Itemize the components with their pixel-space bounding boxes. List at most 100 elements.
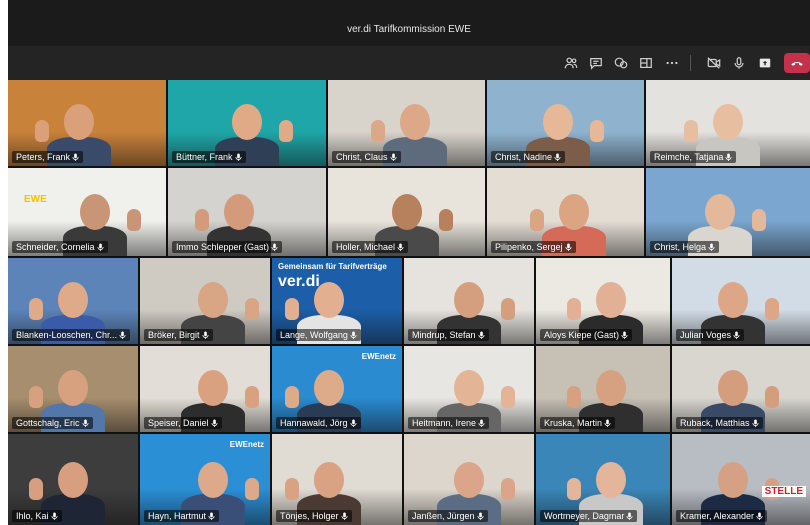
participant-face <box>718 461 748 498</box>
mic-icon <box>554 152 561 162</box>
participant-face <box>58 461 88 498</box>
waving-hand <box>567 477 581 500</box>
hangup-button[interactable] <box>784 53 810 73</box>
participant-name-label: Schneider, Cornelia <box>12 241 108 253</box>
participant-name-label: Ihlo, Kai <box>12 510 62 522</box>
participant-tile[interactable]: Christ, Nadine <box>487 80 644 166</box>
mic-icon <box>621 330 628 340</box>
participant-tile[interactable]: EWEnetz Hannawald, Jörg <box>272 346 402 432</box>
participant-tile[interactable]: Speiser, Daniel <box>140 346 270 432</box>
mic-icon <box>389 152 397 162</box>
logo-text: EWEnetz <box>361 352 396 361</box>
waving-hand <box>29 297 43 320</box>
waving-hand <box>195 209 209 232</box>
participant-face <box>558 193 589 230</box>
participant-name: Ihlo, Kai <box>16 511 49 521</box>
waving-hand <box>765 297 779 320</box>
reactions-icon[interactable] <box>610 52 632 74</box>
participant-name: Hayn, Hartmut <box>148 511 207 521</box>
hangup-icon <box>791 62 803 66</box>
participant-tile[interactable]: Gottschalg, Eric <box>8 346 138 432</box>
participant-name: Julian Voges <box>680 330 732 340</box>
waving-hand <box>501 385 515 408</box>
waving-hand <box>245 297 259 320</box>
participant-grid: Peters, Frank Büttner, Frank Christ, Claus… <box>8 80 810 525</box>
participant-name-label: Christ, Nadine <box>491 151 566 163</box>
participant-name: Schneider, Cornelia <box>16 242 95 252</box>
camera-icon[interactable] <box>703 52 725 74</box>
participant-tile[interactable]: Kruska, Martin <box>536 346 670 432</box>
participant-tile[interactable]: Ruback, Matthias <box>672 346 810 432</box>
participant-name-label: Kruska, Martin <box>540 417 616 429</box>
participant-name-label: Speiser, Daniel <box>144 417 222 429</box>
participant-tile[interactable]: Aloys Kiepe (Gast) <box>536 258 670 344</box>
mic-icon[interactable] <box>728 52 750 74</box>
participant-face <box>718 282 748 319</box>
participant-tile[interactable]: EWE Schneider, Cornelia <box>8 168 166 256</box>
participant-name: Büttner, Frank <box>176 152 233 162</box>
mic-icon <box>708 242 715 252</box>
waving-hand <box>529 209 544 232</box>
mic-icon <box>565 242 572 252</box>
participant-name-label: Pilipenko, Sergej <box>491 241 576 253</box>
participant-name-label: Lange, Wolfgang <box>276 329 361 341</box>
participant-name: Immo Schlepper (Gast) <box>176 242 270 252</box>
participant-tile[interactable]: Tönjes, Holger <box>272 434 402 525</box>
waving-hand <box>501 477 515 500</box>
participant-name-label: Wortmeyer, Dagmar <box>540 510 638 522</box>
participant-tile[interactable]: EWEnetz Hayn, Hartmut <box>140 434 270 525</box>
people-icon[interactable] <box>560 52 582 74</box>
banner-text: Gemeinsam für Tarifverträge <box>278 262 387 271</box>
waving-hand <box>567 297 581 320</box>
mic-icon <box>51 511 58 521</box>
participant-tile[interactable]: Blanken-Looschen, Chr... <box>8 258 138 344</box>
meeting-toolbar <box>8 46 810 80</box>
participant-name-label: Hayn, Hartmut <box>144 510 220 522</box>
participant-name: Speiser, Daniel <box>148 418 209 428</box>
participant-name: Hannawald, Jörg <box>280 418 348 428</box>
participant-tile[interactable]: Christ, Claus <box>328 80 485 166</box>
participant-tile[interactable]: Christ, Helga <box>646 168 810 256</box>
participant-name: Reimche, Tatjana <box>654 152 724 162</box>
participant-tile[interactable]: Immo Schlepper (Gast) <box>168 168 326 256</box>
participant-name-label: Bröker, Birgit <box>144 329 213 341</box>
participant-name-label: Kramer, Alexander <box>676 510 768 522</box>
share-icon[interactable] <box>754 52 776 74</box>
waving-hand <box>29 477 43 500</box>
participant-tile[interactable]: Mindrup, Stefan <box>404 258 534 344</box>
participant-face <box>596 282 626 319</box>
participant-tile[interactable]: Holler, Michael <box>328 168 485 256</box>
participant-tile[interactable]: Janßen, Jürgen <box>404 434 534 525</box>
waving-hand <box>501 297 515 320</box>
mic-icon <box>478 330 485 340</box>
participant-name-label: Julian Voges <box>676 329 745 341</box>
participant-tile[interactable]: Julian Voges <box>672 258 810 344</box>
waving-hand <box>285 385 299 408</box>
participant-name: Tönjes, Holger <box>280 511 339 521</box>
participant-tile[interactable]: Heitmann, Irene <box>404 346 534 432</box>
participant-tile[interactable]: Büttner, Frank <box>168 80 326 166</box>
participant-name-label: Hannawald, Jörg <box>276 417 361 429</box>
window-title: ver.di Tarifkommission EWE <box>347 24 471 35</box>
chat-icon[interactable] <box>585 52 607 74</box>
participant-name: Janßen, Jürgen <box>412 511 475 521</box>
logo-text: ver.di <box>278 273 320 290</box>
mic-icon <box>82 418 89 428</box>
participant-tile[interactable]: Gemeinsam für Tarifverträge ver.di Lange, … <box>272 258 402 344</box>
participant-tile[interactable]: STELLE Kramer, Alexander <box>672 434 810 525</box>
mic-icon <box>397 242 404 252</box>
participant-name: Bröker, Birgit <box>148 330 200 340</box>
participant-name: Kruska, Martin <box>544 418 603 428</box>
participant-tile[interactable]: Peters, Frank <box>8 80 166 166</box>
participant-tile[interactable]: Bröker, Birgit <box>140 258 270 344</box>
participant-tile[interactable]: Ihlo, Kai <box>8 434 138 525</box>
participant-tile[interactable]: Reimche, Tatjana <box>646 80 810 166</box>
more-icon[interactable] <box>661 52 683 74</box>
participant-tile[interactable]: Wortmeyer, Dagmar <box>536 434 670 525</box>
logo-text: EWEnetz <box>229 440 264 449</box>
rooms-icon[interactable] <box>635 52 657 74</box>
participant-tile[interactable]: Pilipenko, Sergej <box>487 168 644 256</box>
waving-hand <box>29 385 43 408</box>
mic-icon <box>477 511 484 521</box>
participant-name-label: Heitmann, Irene <box>408 417 490 429</box>
